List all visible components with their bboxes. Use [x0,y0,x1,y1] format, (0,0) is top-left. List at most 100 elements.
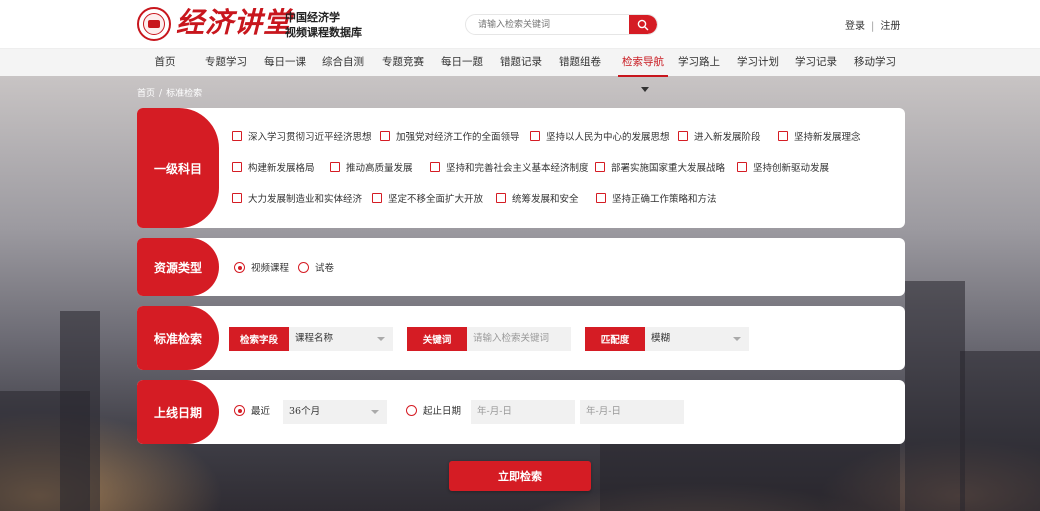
online-date-panel: 上线日期 最近 36个月 起止日期 年-月-日 年-月-日 [137,380,905,444]
checkbox-icon [737,162,747,172]
background-building [960,351,1040,511]
search-field-select[interactable]: 课程名称 [289,327,393,351]
subject-checkbox[interactable]: 坚持新发展理念 [778,131,861,144]
subject-checkbox[interactable]: 深入学习贯彻习近平经济思想 [232,131,372,144]
nav-item-self-test[interactable]: 综合自测 [320,49,366,77]
keyword-input[interactable]: 请输入检索关键词 [467,327,571,351]
resource-type-panel: 资源类型 视频课程 试卷 [137,238,905,296]
search-now-button[interactable]: 立即检索 [449,461,591,491]
header-search-box [465,14,658,35]
radio-video-course[interactable]: 视频课程 [234,262,289,275]
nav-item-daily-question[interactable]: 每日一题 [439,49,485,77]
radio-label: 试卷 [315,263,335,274]
subject-checkbox[interactable]: 统筹发展和安全 [496,193,579,206]
search-button[interactable] [629,15,657,34]
subject-checkbox[interactable]: 坚持以人民为中心的发展思想 [530,131,670,144]
subject-label: 构建新发展格局 [248,163,315,174]
start-date-input[interactable]: 年-月-日 [471,400,575,424]
breadcrumb-home[interactable]: 首页 [137,86,155,99]
radio-checked-icon [234,262,245,273]
subject-checkbox[interactable]: 坚持正确工作策略和方法 [596,193,717,206]
subject-label: 推动高质量发展 [346,163,413,174]
subject-checkbox[interactable]: 推动高质量发展 [330,162,413,175]
logo-subtitle-line1: 中国经济学 [285,11,340,24]
recent-period-value: 36个月 [289,406,321,417]
checkbox-icon [232,162,242,172]
register-link[interactable]: 注册 [880,17,900,32]
nav-item-topic-contest[interactable]: 专题竞赛 [380,49,426,77]
logo-subtitle-line2: 视频课程数据库 [285,26,362,39]
standard-search-label: 标准检索 [137,306,219,370]
subject-checkbox[interactable]: 坚定不移全面扩大开放 [372,193,483,206]
subject-checkbox[interactable]: 坚持和完善社会主义基本经济制度 [430,162,589,175]
checkbox-icon [595,162,605,172]
online-date-label: 上线日期 [137,380,219,444]
nav-item-daily-lesson[interactable]: 每日一课 [262,49,308,77]
auth-separator: | [871,21,875,32]
login-link[interactable]: 登录 [845,17,865,32]
subjects-label: 一级科目 [137,108,219,228]
background-building [60,311,100,511]
radio-checked-icon [234,405,245,416]
subject-checkbox[interactable]: 坚持创新驱动发展 [737,162,829,175]
match-select[interactable]: 模糊 [645,327,749,351]
subject-checkbox[interactable]: 构建新发展格局 [232,162,315,175]
search-field-value: 课程名称 [295,333,334,344]
breadcrumb: 首页 / 标准检索 [137,86,202,99]
nav-item-wrong-paper[interactable]: 错题组卷 [557,49,603,77]
checkbox-icon [430,162,440,172]
nav-item-search-nav[interactable]: 检索导航 [618,49,668,92]
header-search-input[interactable] [466,15,631,34]
subject-label: 部署实施国家重大发展战略 [611,163,726,174]
end-date-input[interactable]: 年-月-日 [580,400,684,424]
subject-checkbox[interactable]: 大力发展制造业和实体经济 [232,193,362,206]
dropdown-arrow-icon [377,337,385,341]
nav-item-home[interactable]: 首页 [150,49,180,77]
checkbox-icon [330,162,340,172]
match-value: 模糊 [651,333,671,344]
radio-label: 起止日期 [423,406,462,417]
subject-label: 坚定不移全面扩大开放 [388,194,484,205]
subject-checkbox[interactable]: 进入新发展阶段 [678,131,761,144]
breadcrumb-separator: / [159,89,163,99]
nav-item-mobile-study[interactable]: 移动学习 [852,49,898,77]
keyword-tag: 关键词 [407,327,467,351]
logo-subtitle: 中国经济学 视频课程数据库 [285,10,362,40]
nav-item-wrong-records[interactable]: 错题记录 [498,49,544,77]
logo-text[interactable]: 经济讲堂 [176,6,292,40]
checkbox-icon [372,193,382,203]
radio-exam-paper[interactable]: 试卷 [298,262,334,275]
subject-label: 坚持正确工作策略和方法 [612,194,717,205]
subject-label: 坚持和完善社会主义基本经济制度 [446,163,589,174]
subject-label: 深入学习贯彻习近平经济思想 [248,132,372,143]
subject-checkbox[interactable]: 加强党对经济工作的全面领导 [380,131,520,144]
background-building [905,281,965,511]
subject-label: 大力发展制造业和实体经济 [248,194,363,205]
subject-label: 加强党对经济工作的全面领导 [396,132,520,143]
recent-period-select[interactable]: 36个月 [283,400,387,424]
radio-label: 视频课程 [251,263,290,274]
checkbox-icon [232,131,242,141]
search-field-tag: 检索字段 [229,327,289,351]
dropdown-arrow-icon [733,337,741,341]
logo-seal-icon[interactable] [137,7,171,41]
nav-item-topic-study[interactable]: 专题学习 [203,49,249,77]
radio-recent[interactable]: 最近 [234,405,270,418]
checkbox-icon [530,131,540,141]
checkbox-icon [496,193,506,203]
nav-item-study-record[interactable]: 学习记录 [793,49,839,77]
subject-label: 坚持新发展理念 [794,132,861,143]
radio-date-range[interactable]: 起止日期 [406,405,461,418]
nav-item-study-road[interactable]: 学习路上 [676,49,722,77]
search-icon [637,19,649,30]
match-tag: 匹配度 [585,327,645,351]
checkbox-icon [380,131,390,141]
nav-item-search-nav-label: 检索导航 [622,56,664,68]
auth-links: 登录 | 注册 [845,17,900,32]
nav-item-study-plan[interactable]: 学习计划 [735,49,781,77]
background-building [600,441,900,511]
subject-checkbox[interactable]: 部署实施国家重大发展战略 [595,162,725,175]
checkbox-icon [678,131,688,141]
breadcrumb-current: 标准检索 [166,89,203,99]
dropdown-arrow-icon [371,410,379,414]
